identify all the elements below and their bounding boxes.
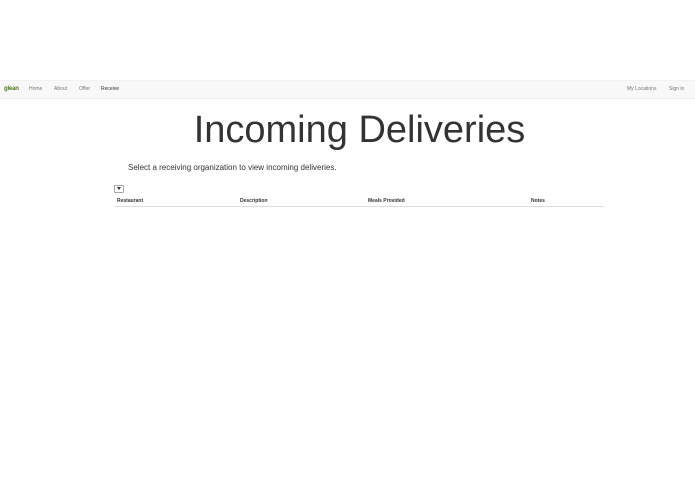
nav-receive-link[interactable]: Receive — [101, 83, 119, 95]
column-header-restaurant: Restaurant — [117, 198, 144, 204]
deliveries-table-header: Restaurant Description Meals Provided No… — [114, 195, 604, 207]
column-header-notes: Notes — [531, 198, 545, 204]
page-title: Incoming Deliveries — [193, 109, 526, 151]
nav-home-link[interactable]: Home — [29, 83, 42, 95]
nav-offer-link[interactable]: Offer — [79, 83, 90, 95]
top-navbar: glean Home About Offer Receive My Locati… — [0, 80, 695, 99]
brand-logo[interactable]: glean — [4, 83, 19, 95]
nav-my-locations-link[interactable]: My Locations — [627, 83, 656, 95]
nav-about-link[interactable]: About — [54, 83, 67, 95]
column-header-meals-provided: Meals Provided — [368, 198, 405, 204]
organization-select[interactable] — [114, 185, 124, 193]
column-header-description: Description — [240, 198, 268, 204]
instruction-text: Select a receiving organization to view … — [128, 163, 337, 172]
nav-sign-in-link[interactable]: Sign in — [669, 83, 684, 95]
chevron-down-icon — [117, 187, 121, 190]
